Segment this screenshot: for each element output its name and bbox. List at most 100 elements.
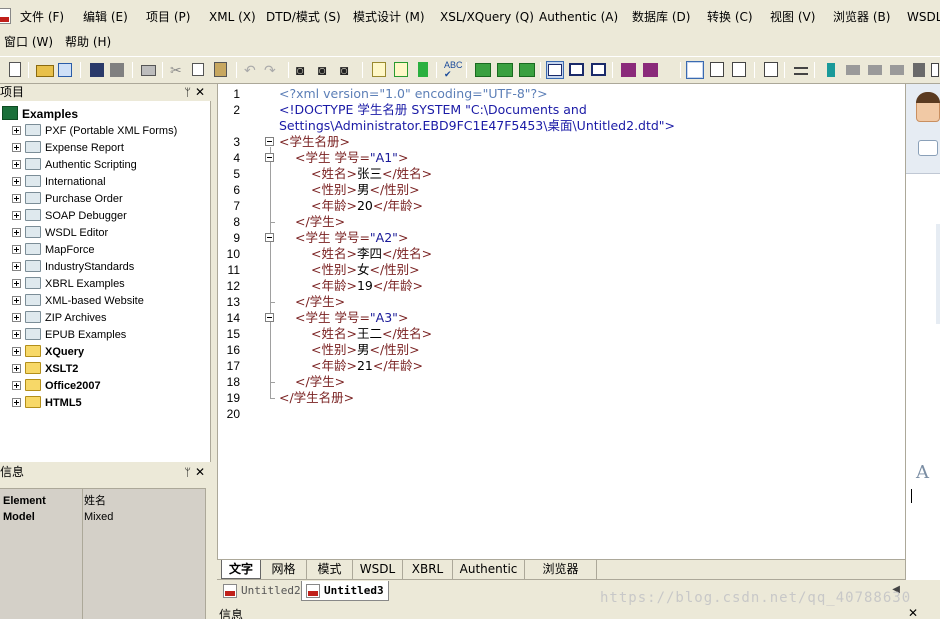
- view-tab[interactable]: XBRL: [403, 560, 453, 579]
- tree-item[interactable]: EPUB Examples: [12, 327, 126, 344]
- tree-item[interactable]: ZIP Archives: [12, 310, 107, 327]
- expand-icon[interactable]: [12, 194, 21, 203]
- view-tab[interactable]: 浏览器: [525, 560, 597, 579]
- new-file-icon[interactable]: [6, 61, 24, 79]
- close-icon[interactable]: ✕: [195, 84, 205, 101]
- expand-icon[interactable]: [12, 381, 21, 390]
- close-icon[interactable]: ✕: [195, 464, 205, 481]
- open-folder-icon[interactable]: [36, 61, 54, 79]
- tree-root-examples[interactable]: Examples: [2, 106, 78, 122]
- view-tab[interactable]: 网格: [261, 560, 307, 579]
- view-tab[interactable]: 模式: [307, 560, 353, 579]
- expand-icon[interactable]: [12, 398, 21, 407]
- toolbar-overflow-icon[interactable]: [930, 61, 940, 79]
- view-tab[interactable]: 文字: [221, 560, 261, 579]
- replace-icon[interactable]: ◙: [340, 61, 358, 79]
- menu-view[interactable]: 视图 (V): [770, 5, 815, 29]
- tree-item[interactable]: International: [12, 174, 106, 191]
- expand-icon[interactable]: [12, 143, 21, 152]
- xquery-execute-icon[interactable]: [518, 61, 536, 79]
- comment-icon[interactable]: [910, 61, 928, 79]
- view-tab[interactable]: Authentic: [453, 560, 525, 579]
- splitter-handle[interactable]: [936, 224, 940, 324]
- next-bookmark-icon[interactable]: [844, 61, 862, 79]
- menu-window[interactable]: 窗口 (W): [4, 30, 53, 54]
- tree-item[interactable]: WSDL Editor: [12, 225, 108, 242]
- fold-toggle-icon[interactable]: [265, 313, 274, 322]
- tree-item[interactable]: PXF (Portable XML Forms): [12, 123, 177, 140]
- menu-wsdl[interactable]: WSDL: [907, 5, 940, 29]
- clear-bookmarks-icon[interactable]: [888, 61, 906, 79]
- tree-item[interactable]: XSLT2: [12, 361, 78, 378]
- spell-check-icon[interactable]: ABC ✔: [444, 61, 463, 79]
- menu-browser[interactable]: 浏览器 (B): [833, 5, 890, 29]
- info-window-icon[interactable]: [792, 61, 810, 79]
- menu-database[interactable]: 数据库 (D): [632, 5, 690, 29]
- redo-icon[interactable]: ↷: [264, 61, 282, 79]
- menu-convert[interactable]: 转换 (C): [707, 5, 753, 29]
- pin-icon[interactable]: ᛘ: [184, 464, 191, 481]
- fold-all-icon[interactable]: [730, 61, 748, 79]
- expand-icon[interactable]: [12, 228, 21, 237]
- word-wrap-icon[interactable]: [686, 61, 704, 79]
- avatar[interactable]: [916, 92, 940, 122]
- copy-icon[interactable]: [190, 61, 208, 79]
- menu-file[interactable]: 文件 (F): [20, 5, 64, 29]
- pin-icon[interactable]: ᛘ: [184, 84, 191, 101]
- tree-item[interactable]: SOAP Debugger: [12, 208, 127, 225]
- tree-item[interactable]: XBRL Examples: [12, 276, 125, 293]
- db-view-icon[interactable]: [590, 61, 608, 79]
- expand-icon[interactable]: [12, 211, 21, 220]
- paste-icon[interactable]: [212, 61, 230, 79]
- text-view-icon[interactable]: [546, 61, 564, 79]
- cut-icon[interactable]: ✂: [170, 61, 188, 79]
- fo-transform-icon[interactable]: [496, 61, 514, 79]
- menu-help[interactable]: 帮助 (H): [65, 30, 111, 54]
- xsl-transform-icon[interactable]: [474, 61, 492, 79]
- menu-xsl-xquery[interactable]: XSL/XQuery (Q): [440, 5, 534, 29]
- expand-icon[interactable]: [12, 279, 21, 288]
- tree-item[interactable]: XQuery: [12, 344, 84, 361]
- expand-icon[interactable]: [12, 347, 21, 356]
- expand-icon[interactable]: [12, 364, 21, 373]
- menu-dtd-schema[interactable]: DTD/模式 (S): [266, 5, 341, 29]
- tree-item[interactable]: MapForce: [12, 242, 95, 259]
- tree-item[interactable]: IndustryStandards: [12, 259, 134, 276]
- tree-item[interactable]: HTML5: [12, 395, 82, 412]
- menu-authentic[interactable]: Authentic (A): [539, 5, 618, 29]
- project-window-icon[interactable]: [762, 61, 780, 79]
- expand-icon[interactable]: [12, 262, 21, 271]
- expand-icon[interactable]: [12, 330, 21, 339]
- find-icon[interactable]: ◙: [296, 61, 314, 79]
- tree-item[interactable]: Purchase Order: [12, 191, 123, 208]
- save-all-icon[interactable]: [108, 61, 126, 79]
- expand-icon[interactable]: [12, 126, 21, 135]
- menu-xml[interactable]: XML (X): [209, 5, 256, 29]
- pretty-print-icon[interactable]: [708, 61, 726, 79]
- close-icon[interactable]: ✕: [908, 606, 918, 619]
- tree-item[interactable]: Authentic Scripting: [12, 157, 137, 174]
- validate-icon[interactable]: [392, 61, 410, 79]
- menu-edit[interactable]: 编辑 (E): [83, 5, 128, 29]
- fold-toggle-icon[interactable]: [265, 233, 274, 242]
- chat-bubble-icon[interactable]: [918, 140, 938, 156]
- expand-icon[interactable]: [12, 160, 21, 169]
- undo-icon[interactable]: ↶: [244, 61, 262, 79]
- print-icon[interactable]: [140, 61, 158, 79]
- bookmark-icon[interactable]: [822, 61, 840, 79]
- find-next-icon[interactable]: ◙: [318, 61, 336, 79]
- menu-schema-design[interactable]: 模式设计 (M): [353, 5, 425, 29]
- prev-bookmark-icon[interactable]: [866, 61, 884, 79]
- tree-item[interactable]: Office2007: [12, 378, 101, 395]
- fold-toggle-icon[interactable]: [265, 153, 274, 162]
- expand-icon[interactable]: [12, 313, 21, 322]
- grid-view-icon[interactable]: [568, 61, 586, 79]
- view-tab[interactable]: WSDL: [353, 560, 403, 579]
- reload-icon[interactable]: [56, 61, 74, 79]
- fold-toggle-icon[interactable]: [265, 137, 274, 146]
- tree-item[interactable]: Expense Report: [12, 140, 124, 157]
- expand-icon[interactable]: [12, 245, 21, 254]
- menu-project[interactable]: 项目 (P): [146, 5, 190, 29]
- expand-icon[interactable]: [12, 296, 21, 305]
- generate-dtd-icon[interactable]: [414, 61, 432, 79]
